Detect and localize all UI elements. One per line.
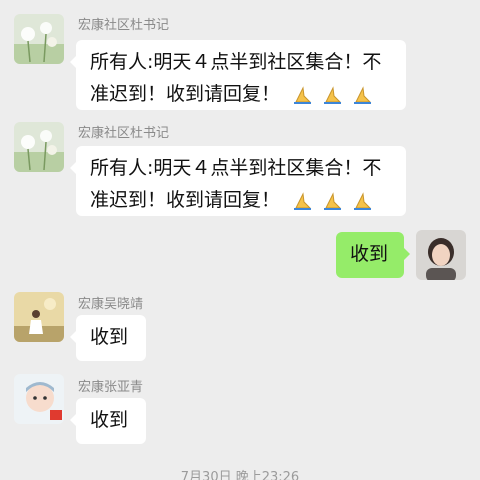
message-text-line: 所有人:明天４点半到社区集合！不 <box>90 51 382 73</box>
praying-hands-icon <box>354 192 372 210</box>
message-text-line: 所有人:明天４点半到社区集合！不 <box>90 157 382 179</box>
praying-hands-icon <box>294 192 312 210</box>
message-text: 收到 <box>90 326 129 348</box>
message-bubble[interactable]: 收到 <box>70 398 146 444</box>
praying-hands-icon <box>324 192 342 210</box>
avatar-dandelion[interactable] <box>14 122 64 172</box>
sender-name: 宏康社区杜书记 <box>78 126 170 141</box>
message-bubble-self[interactable]: 收到 <box>336 232 410 278</box>
avatar-dandelion[interactable] <box>14 14 64 64</box>
message-text: 收到 <box>350 243 389 265</box>
chat-window: 宏康社区杜书记 所有人:明天４点半到社区集合！不 准迟到！收到请回复！ 宏康社区… <box>0 0 480 480</box>
sender-name: 宏康张亚青 <box>78 380 144 395</box>
sender-name: 宏康吴晓靖 <box>78 297 144 312</box>
message-text-line-2: 准迟到！收到请回复！ <box>90 184 392 217</box>
praying-hands-emoji-group <box>292 79 376 111</box>
avatar-girl-outdoor[interactable] <box>14 292 64 342</box>
praying-hands-icon <box>354 86 372 104</box>
chat-timestamp: 7月30日 晚上23:26 <box>180 470 300 480</box>
praying-hands-icon <box>294 86 312 104</box>
message-bubble[interactable]: 所有人:明天４点半到社区集合！不 准迟到！收到请回复！ <box>70 40 406 111</box>
praying-hands-emoji-group <box>292 185 376 217</box>
avatar-self[interactable] <box>416 230 466 280</box>
avatar-baby[interactable] <box>14 374 64 424</box>
message-bubble[interactable]: 收到 <box>70 315 146 361</box>
sender-name: 宏康社区杜书记 <box>78 18 170 33</box>
message-bubble[interactable]: 所有人:明天４点半到社区集合！不 准迟到！收到请回复！ <box>70 146 406 217</box>
praying-hands-icon <box>324 86 342 104</box>
message-text-line-2: 准迟到！收到请回复！ <box>90 78 392 111</box>
message-text: 收到 <box>90 409 129 431</box>
